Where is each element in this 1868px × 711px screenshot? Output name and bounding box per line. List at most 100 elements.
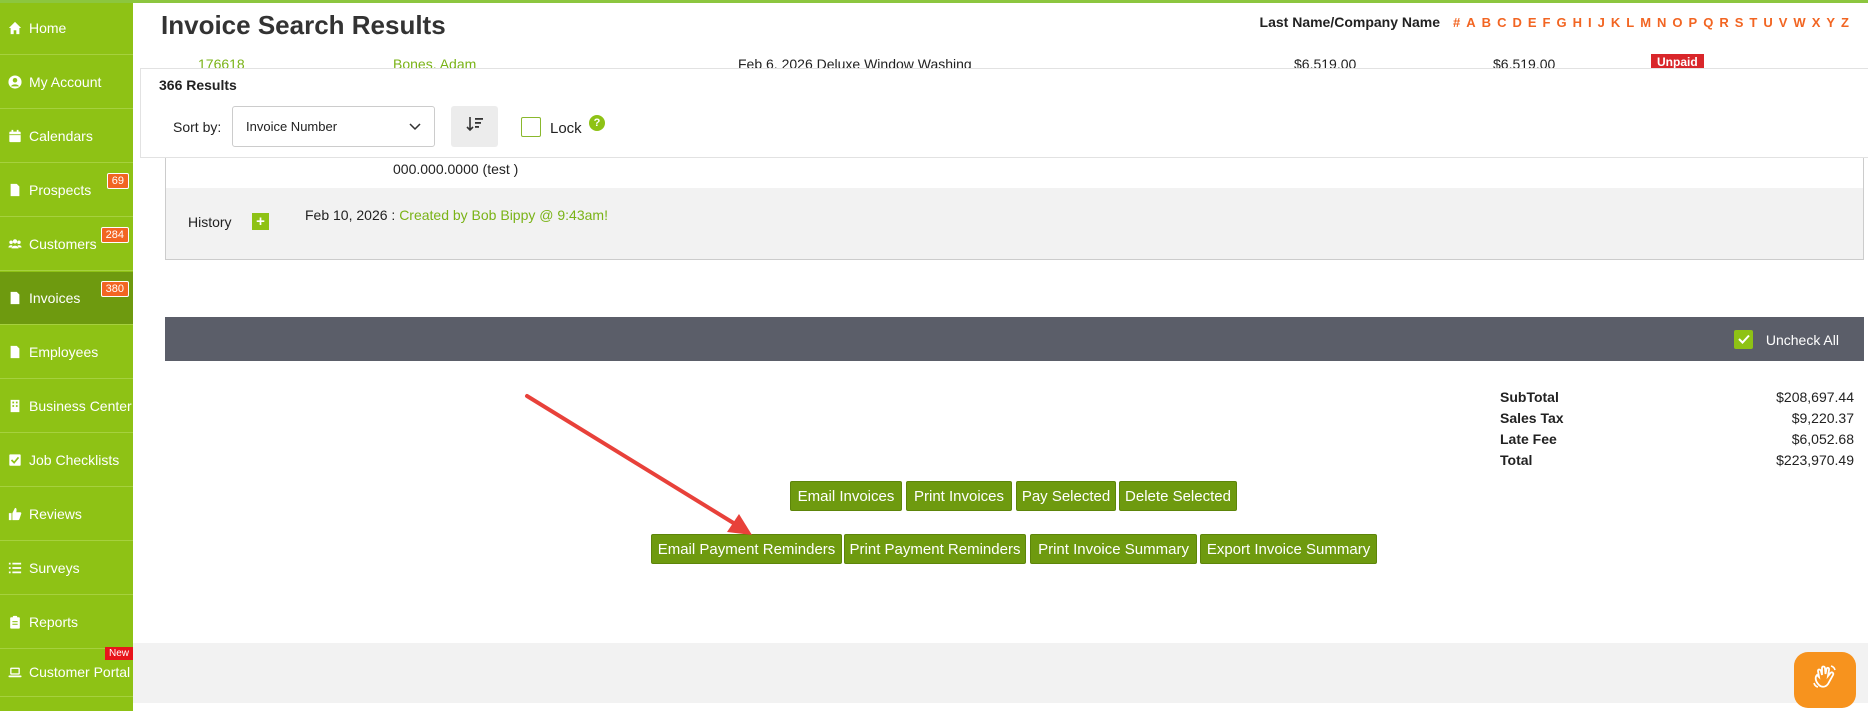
alphabet-letter-link[interactable]: F — [1543, 15, 1551, 30]
help-icon[interactable]: ? — [589, 115, 605, 131]
sidebar-item-home[interactable]: Home — [0, 2, 133, 55]
uncheck-all-checkbox[interactable] — [1734, 330, 1753, 349]
results-count: 366 Results — [159, 77, 237, 93]
alphabet-letter-link[interactable]: S — [1735, 15, 1744, 30]
sidebar-item-reports[interactable]: Reports — [0, 596, 133, 649]
alphabet-letter-link[interactable]: E — [1528, 15, 1537, 30]
email-payment-reminders-button[interactable]: Email Payment Reminders — [651, 534, 842, 564]
alphabet-letter-link[interactable]: N — [1657, 15, 1666, 30]
sort-direction-button[interactable] — [451, 106, 498, 147]
print-payment-reminders-button[interactable]: Print Payment Reminders — [844, 534, 1026, 564]
totals-row-late-fee: Late Fee $6,052.68 — [1500, 431, 1854, 452]
alphabet-letter-link[interactable]: R — [1719, 15, 1728, 30]
sidebar-item-label: Customer Portal — [29, 663, 131, 680]
totals-label: Total — [1500, 452, 1533, 468]
alphabet-letter-link[interactable]: W — [1793, 15, 1805, 30]
sidebar-item-customer-portal[interactable]: Customer Portal New — [0, 647, 133, 697]
alphabet-letter-link[interactable]: Y — [1826, 15, 1835, 30]
alphabet-letter-link[interactable]: I — [1588, 15, 1592, 30]
sidebar-item-calendars[interactable]: Calendars — [0, 110, 133, 163]
calendar-icon — [7, 128, 23, 144]
lock-checkbox[interactable] — [521, 117, 541, 137]
alphabet-letter-link[interactable]: B — [1482, 15, 1491, 30]
lock-label: Lock — [550, 120, 582, 137]
clipboard-icon — [7, 614, 23, 630]
sidebar-item-business-center[interactable]: Business Center — [0, 380, 133, 433]
customer-phone: 000.000.0000 (test ) — [393, 161, 519, 177]
sidebar-item-label: Business Center — [29, 398, 132, 414]
alphabet-letter-link[interactable]: O — [1672, 15, 1682, 30]
sort-select-value: Invoice Number — [246, 119, 338, 134]
sidebar-item-customers[interactable]: Customers 284 — [0, 218, 133, 271]
prospects-count-badge: 69 — [106, 173, 129, 189]
alphabet-letter-link[interactable]: A — [1466, 15, 1475, 30]
alphabet-letter-link[interactable]: # — [1453, 15, 1460, 30]
document-icon — [7, 290, 23, 306]
alphabet-letter-link[interactable]: D — [1512, 15, 1521, 30]
sidebar-item-label: Customers — [29, 236, 97, 252]
totals-label: Sales Tax — [1500, 410, 1564, 426]
customers-count-badge: 284 — [100, 227, 129, 243]
sidebar-item-reviews[interactable]: Reviews — [0, 488, 133, 541]
alphabet-letter-link[interactable]: L — [1626, 15, 1634, 30]
alphabet-letter-link[interactable]: V — [1779, 15, 1788, 30]
print-invoices-button[interactable]: Print Invoices — [906, 481, 1012, 511]
document-icon — [7, 344, 23, 360]
export-invoice-summary-button[interactable]: Export Invoice Summary — [1200, 534, 1377, 564]
delete-selected-button[interactable]: Delete Selected — [1119, 481, 1237, 511]
alphabet-letter-link[interactable]: K — [1611, 15, 1620, 30]
alphabet-filter-label: Last Name/Company Name — [1259, 14, 1441, 30]
sort-label: Sort by: — [173, 119, 222, 135]
check-icon — [1737, 331, 1750, 349]
page-title: Invoice Search Results — [161, 10, 446, 40]
sidebar-item-my-account[interactable]: My Account — [0, 56, 133, 109]
alphabet-letters: # A B C D E F G H I J K L M N O P Q R S T U V W X Y Z — [1450, 14, 1852, 30]
alphabet-letter-link[interactable]: X — [1812, 15, 1821, 30]
sidebar-item-label: Home — [29, 20, 67, 36]
sort-descending-icon — [465, 116, 484, 137]
sidebar-item-surveys[interactable]: Surveys — [0, 542, 133, 595]
history-entry-text: Created by Bob Bippy @ 9:43am! — [399, 207, 608, 223]
uncheck-all-label[interactable]: Uncheck All — [1766, 332, 1839, 348]
alphabet-letter-link[interactable]: P — [1689, 15, 1698, 30]
totals-row-total: Total $223,970.49 — [1500, 452, 1854, 473]
invoices-count-badge: 380 — [100, 281, 129, 297]
sidebar: Home My Account Calendars Prospects 69 C… — [0, 0, 133, 711]
sidebar-item-label: My Account — [29, 74, 102, 90]
chat-widget-button[interactable] — [1794, 652, 1856, 708]
sidebar-item-prospects[interactable]: Prospects 69 — [0, 164, 133, 217]
users-icon — [7, 236, 23, 252]
history-entry: Feb 10, 2026 : Created by Bob Bippy @ 9:… — [305, 207, 608, 223]
totals-row-subtotal: SubTotal $208,697.44 — [1500, 389, 1854, 410]
footer — [133, 643, 1868, 703]
sidebar-item-invoices[interactable]: Invoices 380 — [0, 272, 133, 325]
add-history-button[interactable]: + — [252, 213, 269, 230]
alphabet-letter-link[interactable]: U — [1763, 15, 1772, 30]
pay-selected-button[interactable]: Pay Selected — [1016, 481, 1116, 511]
alphabet-letter-link[interactable]: H — [1573, 15, 1582, 30]
alphabet-filter: Last Name/Company Name # A B C D E F G H I J K L M N O P… — [1260, 14, 1852, 30]
alphabet-letter-link[interactable]: G — [1556, 15, 1566, 30]
waving-hand-icon — [1810, 663, 1840, 698]
user-icon — [7, 74, 23, 90]
totals-summary: SubTotal $208,697.44 Sales Tax $9,220.37 L… — [1500, 389, 1854, 473]
history-label: History — [188, 214, 232, 230]
history-date: Feb 10, 2026 : — [305, 207, 400, 223]
sidebar-item-job-checklists[interactable]: Job Checklists — [0, 434, 133, 487]
email-invoices-button[interactable]: Email Invoices — [790, 481, 902, 511]
totals-row-sales-tax: Sales Tax $9,220.37 — [1500, 410, 1854, 431]
thumbs-up-icon — [7, 506, 23, 522]
alphabet-letter-link[interactable]: Q — [1703, 15, 1713, 30]
alphabet-letter-link[interactable]: J — [1598, 15, 1605, 30]
alphabet-letter-link[interactable]: Z — [1841, 15, 1849, 30]
alphabet-letter-link[interactable]: T — [1749, 15, 1757, 30]
alphabet-letter-link[interactable]: M — [1640, 15, 1651, 30]
sidebar-item-employees[interactable]: Employees — [0, 326, 133, 379]
chevron-down-icon — [409, 119, 421, 134]
totals-value: $208,697.44 — [1776, 389, 1854, 405]
sidebar-item-label: Invoices — [29, 290, 81, 306]
print-invoice-summary-button[interactable]: Print Invoice Summary — [1030, 534, 1197, 564]
alphabet-letter-link[interactable]: C — [1497, 15, 1506, 30]
sort-select[interactable]: Invoice Number — [232, 106, 435, 147]
laptop-icon — [7, 664, 23, 680]
